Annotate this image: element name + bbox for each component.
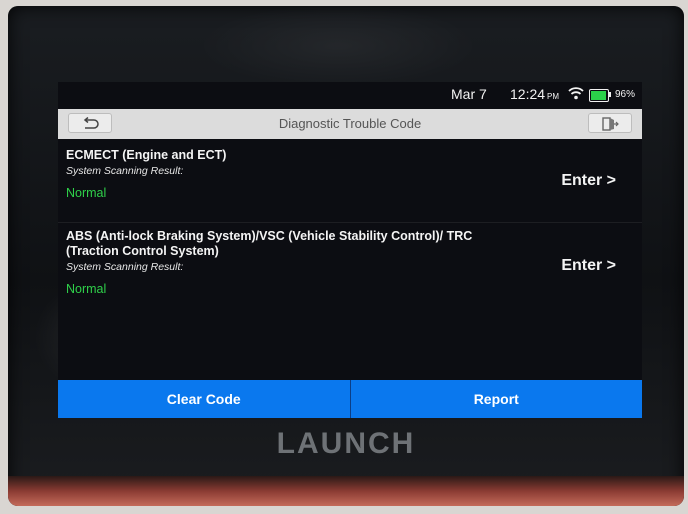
device-brand-logo: LAUNCH: [276, 427, 416, 460]
exit-icon: [602, 117, 619, 131]
battery-fill: [591, 91, 607, 100]
scan-result-status: Normal: [66, 282, 107, 296]
system-list: ECMECT (Engine and ECT) System Scanning …: [58, 142, 642, 323]
enter-button[interactable]: Enter >: [561, 172, 616, 190]
scan-tool-device: Mar 7 12:24 PM 96% Diagnostic Trouble Cod…: [8, 6, 684, 506]
enter-button[interactable]: Enter >: [561, 257, 616, 275]
battery-percent: 96%: [615, 89, 636, 100]
title-bar: Diagnostic Trouble Code: [58, 109, 642, 139]
battery-tip: [609, 92, 611, 97]
system-name: ABS (Anti-lock Braking System)/VSC (Vehi…: [66, 229, 473, 258]
page-title: Diagnostic Trouble Code: [278, 116, 422, 131]
wifi-icon: [568, 87, 584, 100]
system-name: ECMECT (Engine and ECT): [66, 148, 227, 162]
exit-button[interactable]: [588, 113, 632, 133]
scan-result-status: Normal: [66, 186, 107, 200]
clear-code-button[interactable]: Clear Code: [58, 380, 350, 418]
system-item-abs[interactable]: ABS (Anti-lock Braking System)/VSC (Vehi…: [58, 222, 642, 323]
status-bar: Mar 7 12:24 PM 96%: [58, 82, 642, 106]
report-button[interactable]: Report: [349, 380, 642, 418]
device-bumper: [8, 476, 684, 506]
status-date: Mar 7: [451, 86, 487, 102]
status-ampm: PM: [547, 92, 560, 101]
status-time-value: 12:24: [510, 86, 546, 102]
status-time: 12:24 PM: [510, 86, 559, 102]
battery-icon: [589, 89, 609, 102]
action-bar: Clear Code Report: [58, 380, 642, 418]
scan-result-label: System Scanning Result:: [66, 165, 184, 177]
system-item-ecm[interactable]: ECMECT (Engine and ECT) System Scanning …: [58, 142, 642, 222]
scan-result-label: System Scanning Result:: [66, 261, 184, 273]
device-screen: Mar 7 12:24 PM 96% Diagnostic Trouble Cod…: [58, 82, 642, 418]
